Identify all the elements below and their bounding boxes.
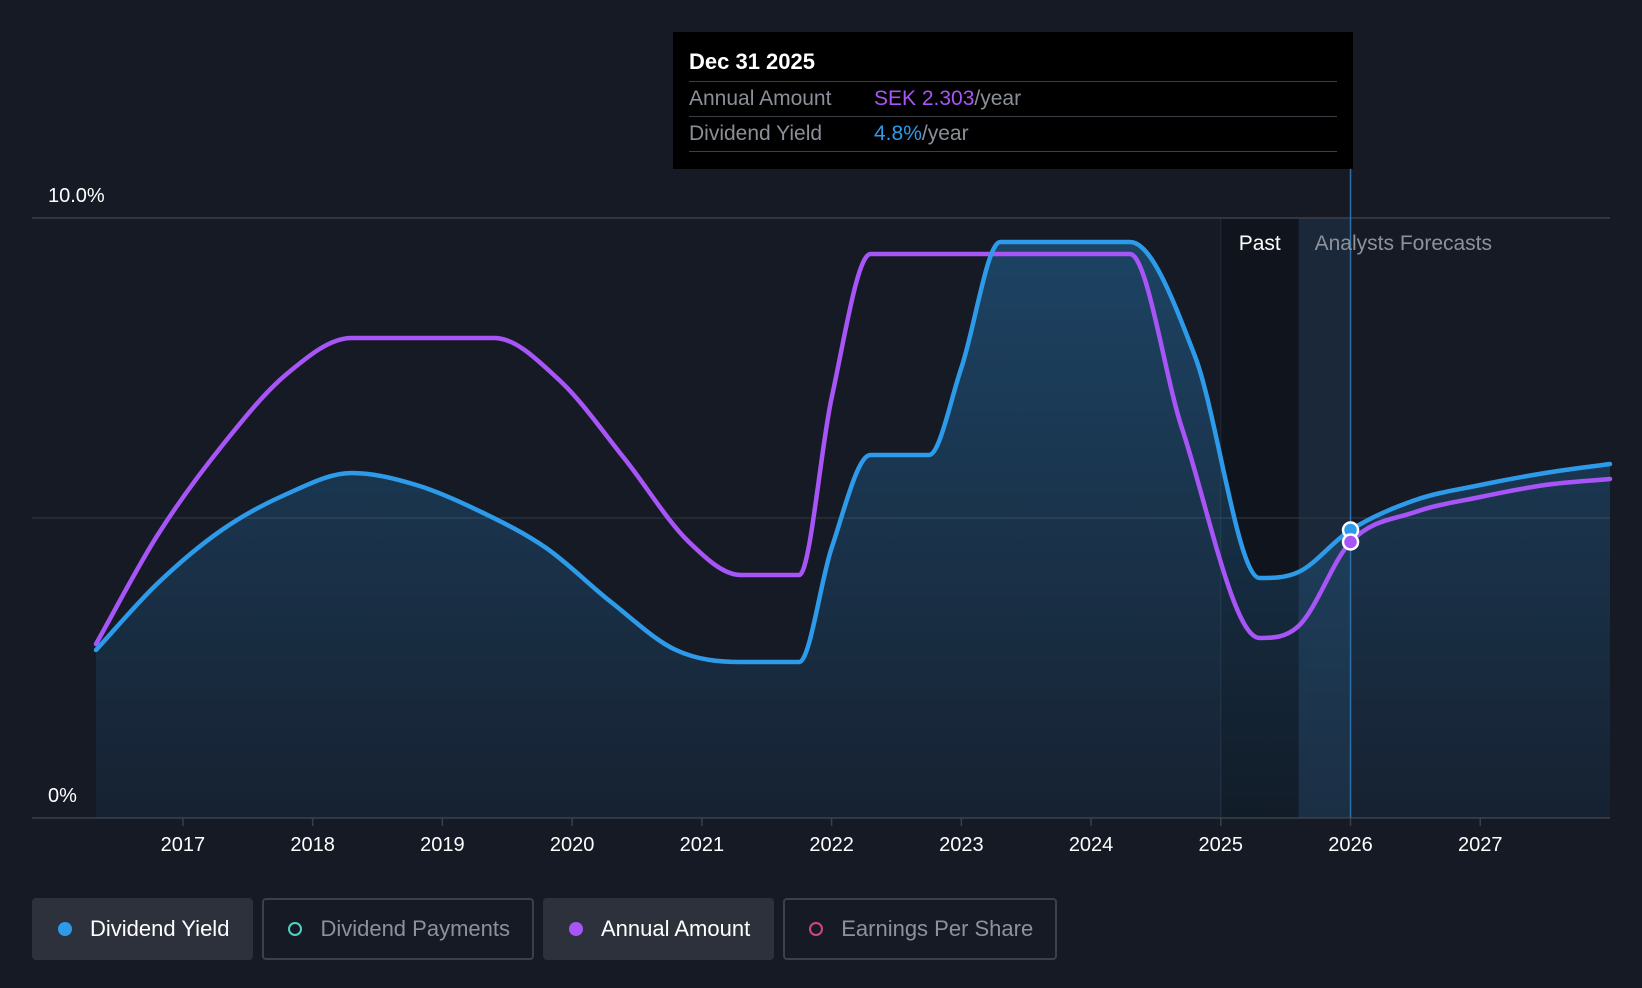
legend-dot-icon bbox=[288, 922, 303, 936]
chart-legend: Dividend Yield Dividend Payments Annual … bbox=[32, 898, 1066, 960]
legend-dot-icon bbox=[809, 922, 824, 936]
x-tick-label: 2023 bbox=[939, 834, 984, 856]
legend-item-dividend-yield[interactable]: Dividend Yield bbox=[32, 898, 254, 960]
x-tick-label: 2021 bbox=[680, 834, 725, 856]
tooltip-row-dividend-yield: Dividend Yield 4.8% /year bbox=[689, 116, 1337, 152]
x-tick-label: 2020 bbox=[550, 834, 595, 856]
tooltip-label: Annual Amount bbox=[689, 87, 832, 110]
legend-label: Earnings Per Share bbox=[841, 916, 1034, 941]
x-tick-label: 2024 bbox=[1069, 834, 1114, 856]
legend-label: Dividend Payments bbox=[320, 916, 510, 941]
tooltip-value: SEK 2.303 bbox=[874, 87, 975, 110]
legend-dot-icon bbox=[568, 922, 583, 936]
x-tick-label: 2025 bbox=[1199, 834, 1244, 856]
x-tick-label: 2019 bbox=[420, 834, 465, 856]
legend-item-annual-amount[interactable]: Annual Amount bbox=[542, 898, 775, 960]
x-tick-label: 2022 bbox=[809, 834, 854, 856]
forecast-label: Analysts Forecasts bbox=[1315, 232, 1492, 255]
past-label: Past bbox=[1239, 232, 1281, 255]
x-tick-label: 2026 bbox=[1328, 834, 1373, 856]
y-tick-label: 10.0% bbox=[48, 185, 105, 207]
x-tick-label: 2027 bbox=[1458, 834, 1503, 856]
series-area bbox=[96, 242, 1610, 818]
tooltip-unit: /year bbox=[974, 87, 1022, 110]
x-tick-label: 2017 bbox=[161, 834, 206, 856]
legend-label: Annual Amount bbox=[600, 916, 751, 941]
legend-dot-icon bbox=[58, 922, 72, 936]
tooltip-unit: /year bbox=[921, 122, 969, 145]
tooltip-date: Dec 31 2025 bbox=[689, 49, 815, 74]
tooltip-value: 4.8% bbox=[874, 122, 922, 145]
tooltip-label: Dividend Yield bbox=[689, 122, 823, 145]
chart-tooltip: Dec 31 2025 Annual Amount SEK 2.303 /yea… bbox=[673, 32, 1353, 169]
legend-label: Dividend Yield bbox=[90, 916, 230, 941]
legend-item-dividend-payments[interactable]: Dividend Payments bbox=[262, 898, 534, 960]
cursor-marker bbox=[1341, 533, 1360, 551]
y-tick-label: 0% bbox=[48, 785, 77, 807]
tooltip-row-annual-amount: Annual Amount SEK 2.303 /year bbox=[689, 81, 1337, 116]
x-tick-label: 2018 bbox=[290, 834, 335, 856]
legend-item-earnings-per-share[interactable]: Earnings Per Share bbox=[783, 898, 1058, 960]
